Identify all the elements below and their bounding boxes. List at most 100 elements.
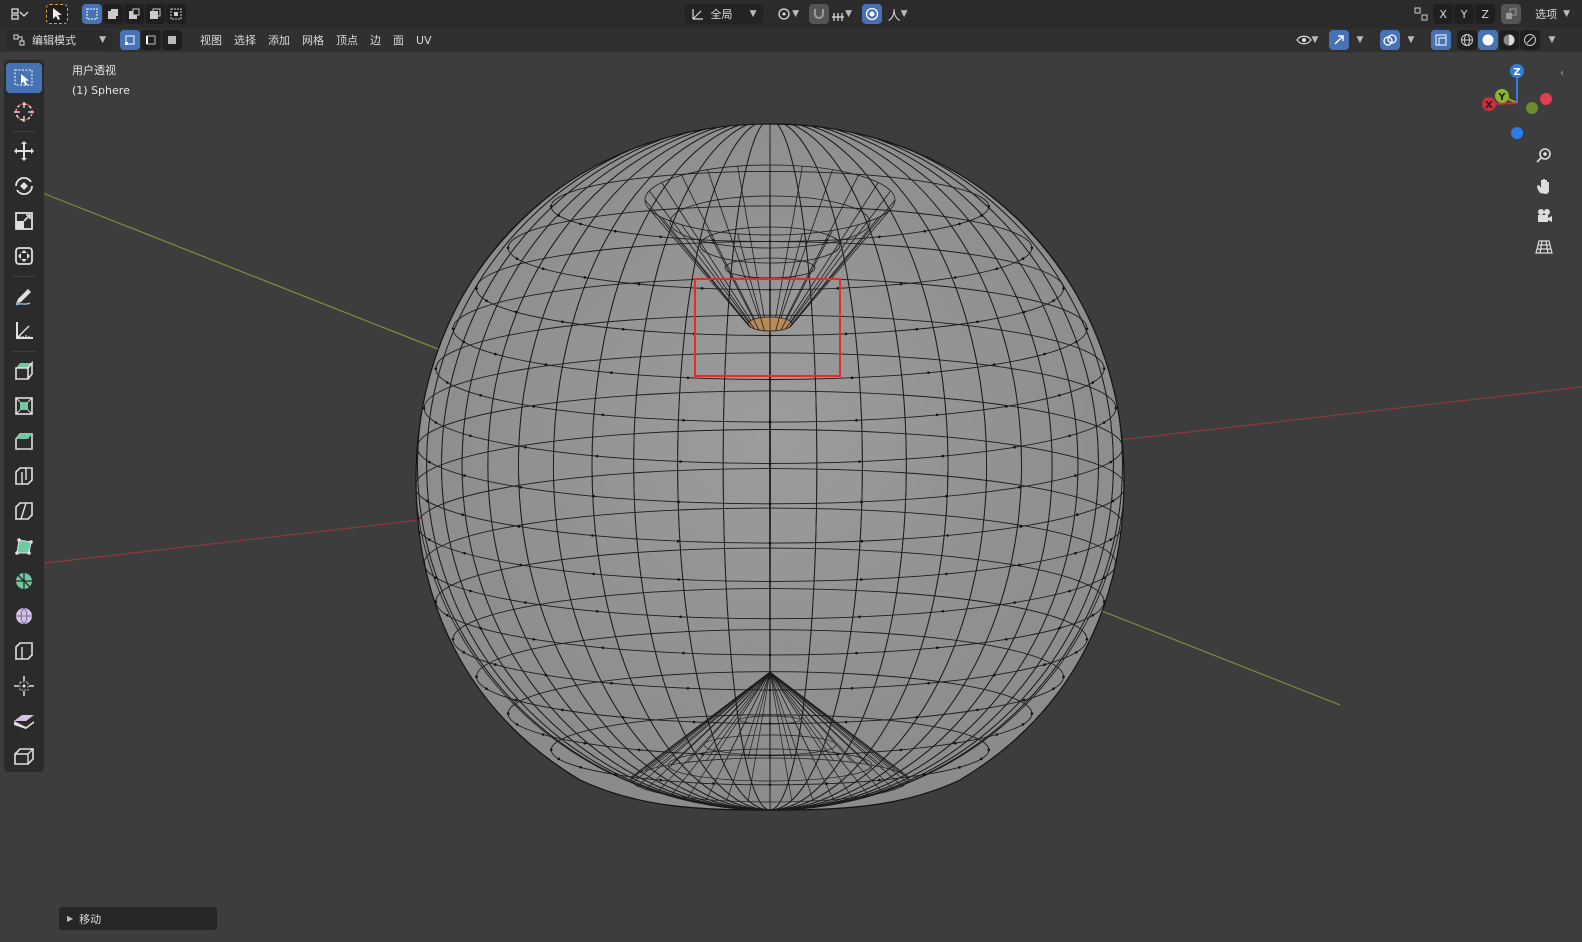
menu-face[interactable]: 面 [387, 30, 410, 50]
tool-knife[interactable] [6, 496, 42, 526]
solid-shading-icon [1482, 34, 1494, 46]
xray-toggle[interactable] [1431, 30, 1451, 50]
chevron-down-icon: ▼ [1563, 9, 1571, 19]
gizmo-z-negative[interactable] [1511, 127, 1523, 139]
tool-spin[interactable] [6, 566, 42, 596]
gizmo-icon [1334, 35, 1344, 45]
3d-viewport[interactable]: Z Y X [0, 52, 1582, 942]
transform-orientation-value: 全局 [710, 8, 733, 21]
tool-select-box[interactable] [6, 63, 42, 93]
tool-shrink-fatten[interactable] [6, 671, 42, 701]
shading-options-dropdown[interactable]: ▼ [1542, 30, 1562, 50]
snap-target-dropdown[interactable]: ▼ [830, 4, 854, 24]
last-operation-panel[interactable]: ▶ 移动 [59, 907, 217, 930]
expand-triangle-icon: ▶ [67, 914, 74, 923]
menu-uv[interactable]: UV [410, 30, 438, 50]
cursor-arrow-icon [53, 8, 62, 20]
shading-rendered-button[interactable] [1520, 30, 1540, 50]
shading-material-button[interactable] [1499, 30, 1519, 50]
edge-select-button[interactable] [141, 30, 161, 50]
tool-move[interactable] [6, 136, 42, 166]
tool-transform[interactable] [6, 241, 42, 271]
select-subtract-button[interactable] [124, 4, 144, 24]
select-intersect-button[interactable] [166, 4, 186, 24]
proportional-falloff-dropdown[interactable]: 人 ▼ [883, 4, 913, 24]
menu-select[interactable]: 选择 [228, 30, 262, 50]
tool-bevel[interactable] [6, 426, 42, 456]
tool-scale[interactable] [6, 206, 42, 236]
rendered-shading-icon [1524, 34, 1536, 46]
select-new-icon [86, 8, 98, 20]
select-tool-mode-button[interactable] [46, 4, 68, 24]
gizmo-dropdown[interactable]: ▼ [1350, 30, 1370, 50]
orientation-axes-icon [691, 9, 703, 20]
mirror-y-label: Y [1460, 7, 1468, 21]
menu-edge[interactable]: 边 [364, 30, 387, 50]
proportional-editing-toggle[interactable] [861, 4, 882, 24]
tool-inset[interactable] [6, 391, 42, 421]
measure-icon [16, 322, 33, 339]
menu-add[interactable]: 添加 [262, 30, 296, 50]
sphere-mesh[interactable] [414, 120, 1127, 811]
menu-vertex[interactable]: 顶点 [330, 30, 364, 50]
interaction-mode-value: 编辑模式 [32, 34, 76, 47]
gizmo-x-negative[interactable] [1540, 93, 1552, 105]
last-operation-label: 移动 [79, 912, 102, 926]
mirror-z-button[interactable]: Z [1475, 4, 1496, 24]
pan-button[interactable] [1530, 172, 1558, 200]
transform-orientation-dropdown[interactable]: 全局 ▼ [684, 4, 763, 24]
shading-wireframe-button[interactable] [1457, 30, 1477, 50]
tool-measure[interactable] [6, 316, 42, 346]
tool-cursor[interactable] [6, 97, 42, 127]
tool-annotate[interactable] [6, 281, 42, 311]
menu-view[interactable]: 视图 [194, 30, 228, 50]
tool-extrude[interactable] [6, 356, 42, 386]
pivot-point-icon [778, 8, 790, 20]
tool-loop-cut[interactable] [6, 461, 42, 491]
poly-build-icon [15, 538, 33, 555]
snap-toggle-button[interactable] [808, 4, 829, 24]
tool-rotate[interactable] [6, 171, 42, 201]
smooth-icon [16, 607, 32, 625]
eye-icon [1295, 35, 1312, 45]
mirror-axis-group: X Y Z [1433, 4, 1496, 24]
gizmo-y-negative[interactable] [1526, 102, 1538, 114]
editor-type-icon [11, 8, 29, 20]
sidebar-expand-icon[interactable]: ‹ [1560, 68, 1564, 79]
select-extend-button[interactable] [103, 4, 123, 24]
cursor-icon [14, 102, 34, 122]
mirror-x-button[interactable]: X [1433, 4, 1454, 24]
pivot-point-dropdown[interactable]: ▼ [773, 4, 803, 24]
options-dropdown[interactable]: 选项 ▼ [1531, 4, 1574, 24]
editor-type-button[interactable] [6, 4, 34, 24]
tool-smooth[interactable] [6, 601, 42, 631]
vertex-select-button[interactable] [120, 30, 140, 50]
camera-view-button[interactable] [1530, 202, 1558, 230]
rotate-icon [15, 176, 33, 196]
shading-solid-button[interactable] [1478, 30, 1498, 50]
overlays-toggle[interactable] [1380, 30, 1400, 50]
menu-mesh[interactable]: 网格 [296, 30, 330, 50]
mirror-icon [1414, 7, 1428, 21]
mirror-y-button[interactable]: Y [1454, 4, 1475, 24]
tool-shear[interactable] [6, 706, 42, 736]
gizmo-toggle[interactable] [1329, 30, 1349, 50]
edge-slide-icon [15, 642, 33, 660]
visibility-dropdown[interactable]: ▼ [1293, 30, 1321, 50]
select-invert-button[interactable] [145, 4, 165, 24]
tool-edge-slide[interactable] [6, 636, 42, 666]
face-select-button[interactable] [162, 30, 182, 50]
navigation-gizmo[interactable]: Z Y X [1482, 64, 1552, 139]
tool-poly-build[interactable] [6, 531, 42, 561]
select-new-button[interactable] [82, 4, 102, 24]
zoom-button[interactable] [1530, 142, 1558, 170]
interaction-mode-dropdown[interactable]: 编辑模式 ▼ [6, 30, 112, 50]
wireframe-shading-icon [1461, 34, 1473, 46]
mirror-options-button[interactable] [1411, 4, 1431, 24]
tool-shelf [4, 60, 44, 772]
perspective-toggle-button[interactable] [1530, 233, 1558, 261]
overlays-dropdown[interactable]: ▼ [1401, 30, 1421, 50]
grid-perspective-icon [1535, 240, 1553, 254]
auto-merge-button[interactable] [1501, 4, 1522, 24]
tool-rip[interactable] [6, 741, 42, 771]
